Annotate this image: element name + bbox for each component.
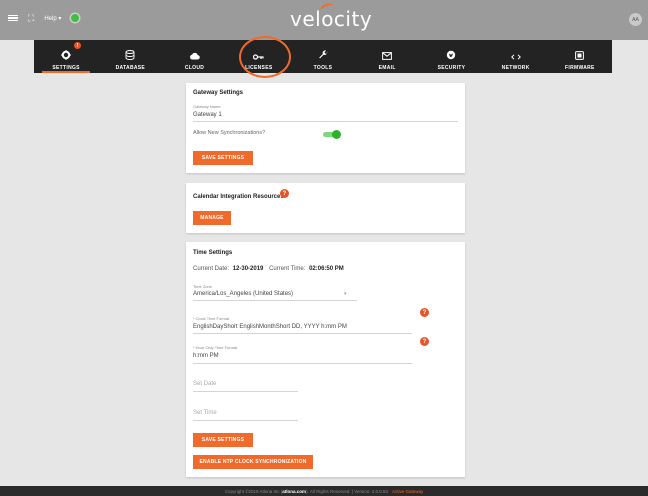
chevron-down-icon[interactable]: ▾	[344, 291, 347, 297]
set-date-input[interactable]: Set Date	[193, 381, 216, 387]
tab-tools[interactable]: TOOLS	[291, 40, 355, 73]
hamburger-menu-icon[interactable]	[8, 14, 18, 22]
allow-sync-toggle[interactable]	[323, 130, 341, 139]
enable-ntp-button[interactable]: ENABLE NTP CLOCK SYNCHRONIZATION	[193, 455, 313, 469]
field-underline	[193, 300, 357, 301]
tab-cloud[interactable]: CLOUD	[162, 40, 226, 73]
field-underline	[193, 121, 458, 122]
connection-status-icon	[71, 14, 80, 22]
current-time-value: 02:06:50 PM	[309, 266, 344, 272]
velocity-logo: velocity	[290, 1, 372, 31]
footer-copyright: Copyright ©2019 Atlona Inc (atlona.com).…	[224, 488, 389, 494]
field-underline	[193, 363, 412, 364]
tab-label: CLOUD	[184, 65, 205, 71]
card-title: Calendar Integration Resources	[193, 194, 284, 200]
help-menu[interactable]: Help ▾	[44, 15, 61, 22]
current-date-label: Current Date:	[193, 266, 230, 272]
hour-format-field[interactable]: h:mm PM	[193, 353, 219, 359]
card-title: Gateway Settings	[193, 90, 244, 96]
manage-button[interactable]: MANAGE	[193, 211, 231, 225]
tab-email[interactable]: EMAIL	[355, 40, 419, 73]
gateway-name-field[interactable]: Gateway 1	[193, 112, 222, 118]
gateway-settings-card: Gateway Settings Gateway Name Gateway 1 …	[186, 83, 465, 173]
tab-label: FIRMWARE	[565, 65, 595, 71]
current-date-value: 12-30-2019	[232, 266, 264, 272]
atlona-link[interactable]: atlona.com	[282, 489, 306, 494]
highlight-circle	[239, 36, 291, 78]
footer: Copyright ©2019 Atlona Inc (atlona.com).…	[0, 486, 648, 496]
notification-badge: !	[74, 42, 81, 49]
tab-security[interactable]: SECURITY	[419, 40, 483, 73]
clock-format-label: * Clock Time Format	[193, 316, 230, 321]
field-underline	[193, 420, 298, 421]
help-icon[interactable]: ?	[420, 337, 429, 346]
tab-database[interactable]: DATABASE	[98, 40, 162, 73]
tab-network[interactable]: NETWORK	[484, 40, 548, 73]
tab-settings[interactable]: ! SETTINGS	[34, 40, 98, 73]
tab-label: TOOLS	[313, 65, 333, 71]
network-arrows-icon	[510, 40, 521, 60]
time-zone-select[interactable]: America/Los_Angeles (United States)	[193, 291, 293, 297]
calendar-integration-card: Calendar Integration Resources ? MANAGE	[186, 183, 465, 233]
top-bar: ⛶ Help ▾ velocity AA	[0, 0, 648, 40]
cloud-icon	[189, 40, 200, 60]
tab-label: EMAIL	[378, 65, 396, 71]
tab-firmware[interactable]: FIRMWARE	[548, 40, 612, 73]
time-zone-label: Time Zone	[193, 284, 212, 289]
current-time-label: Current Time:	[269, 266, 306, 272]
set-time-input[interactable]: Set Time	[193, 410, 217, 416]
card-title: Time Settings	[193, 250, 233, 256]
tab-label: DATABASE	[115, 65, 146, 71]
current-datetime: Current Date: 12-30-2019 Current Time: 0…	[193, 266, 344, 272]
tab-label: SECURITY	[437, 65, 466, 71]
gear-icon	[61, 40, 71, 60]
wrench-icon	[318, 40, 328, 60]
clock-format-field[interactable]: EnglishDayShort EnglishMonthShort DD, YY…	[193, 324, 347, 330]
time-settings-card: Time Settings Current Date: 12-30-2019 C…	[186, 242, 465, 477]
envelope-icon	[382, 40, 393, 60]
settings-nav-bar: ! SETTINGS DATABASE CLOUD LICENSES TOOLS…	[34, 40, 612, 73]
chip-icon	[575, 40, 585, 60]
database-icon	[125, 40, 135, 60]
gateway-name-label: Gateway Name	[193, 104, 221, 109]
hour-format-label: * Hour Only Time Format	[193, 345, 238, 350]
tab-label: SETTINGS	[52, 65, 80, 71]
top-bar-left: ⛶ Help ▾	[8, 13, 80, 22]
tab-label: NETWORK	[501, 65, 530, 71]
save-settings-button[interactable]: SAVE SETTINGS	[193, 433, 253, 447]
shield-icon	[446, 40, 456, 60]
fullscreen-icon[interactable]: ⛶	[28, 13, 34, 22]
help-icon[interactable]: ?	[420, 308, 429, 317]
save-settings-button[interactable]: SAVE SETTINGS	[193, 151, 253, 165]
help-icon[interactable]: ?	[280, 189, 289, 198]
user-avatar[interactable]: AA	[629, 13, 642, 26]
active-gateway-label: Active Gateway	[392, 488, 424, 494]
allow-sync-label: Allow New Synchronizations?	[193, 130, 266, 136]
field-underline	[193, 333, 412, 334]
field-underline	[193, 391, 298, 392]
